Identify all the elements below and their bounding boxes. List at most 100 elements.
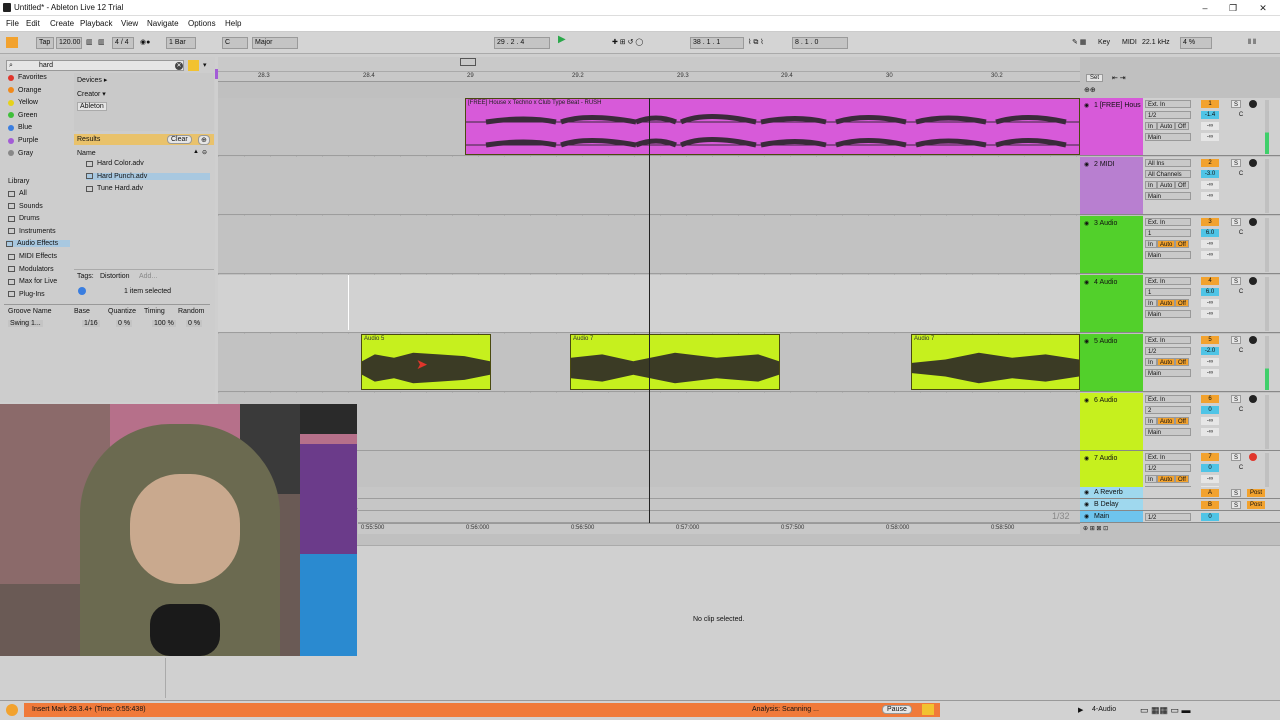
track-activator-button[interactable]: 1 bbox=[1201, 100, 1219, 108]
library-item-midi-effects[interactable]: MIDI Effects bbox=[8, 253, 57, 260]
library-item-drums[interactable]: Drums bbox=[8, 215, 40, 222]
monitor-off-button[interactable]: Off bbox=[1175, 358, 1189, 366]
groove-value[interactable]: Swing 1... bbox=[8, 320, 43, 327]
monitor-off-button[interactable]: Off bbox=[1175, 417, 1189, 425]
pan-field[interactable]: C bbox=[1235, 406, 1247, 414]
results-options-icon[interactable]: ⊕ bbox=[198, 135, 210, 145]
clip-audio-7a[interactable]: Audio 7 bbox=[570, 334, 780, 390]
loop-start-field[interactable]: 38 . 1 . 1 bbox=[690, 37, 744, 49]
monitor-auto-button[interactable]: Auto bbox=[1157, 475, 1175, 483]
monitor-auto-button[interactable]: Auto bbox=[1157, 299, 1175, 307]
input-channel-select[interactable]: 2 bbox=[1145, 406, 1191, 414]
return-lane[interactable] bbox=[358, 487, 1080, 499]
solo-button[interactable]: S bbox=[1231, 336, 1241, 344]
tag-distortion[interactable]: Distortion bbox=[100, 273, 130, 280]
monitor-in-button[interactable]: In bbox=[1145, 358, 1157, 366]
pan-field[interactable]: C bbox=[1235, 347, 1247, 355]
menu-file[interactable]: File bbox=[6, 19, 19, 28]
monitor-in-button[interactable]: In bbox=[1145, 299, 1157, 307]
quantize-select[interactable]: 1 Bar bbox=[166, 37, 196, 49]
menu-navigate[interactable]: Navigate bbox=[147, 19, 179, 28]
set-locator-button[interactable]: Set bbox=[1086, 74, 1104, 82]
ableton-filter[interactable]: Ableton bbox=[77, 102, 107, 111]
key-map-label[interactable]: Key bbox=[1098, 38, 1110, 48]
menu-edit[interactable]: Edit bbox=[26, 19, 40, 28]
send-knob[interactable]: -∞ bbox=[1201, 192, 1219, 200]
collection-blue[interactable]: Blue bbox=[8, 124, 32, 131]
track-activator-button[interactable]: 5 bbox=[1201, 336, 1219, 344]
monitor-off-button[interactable]: Off bbox=[1175, 299, 1189, 307]
solo-button[interactable]: S bbox=[1231, 218, 1241, 226]
pan-field[interactable]: C bbox=[1235, 111, 1247, 119]
return-header[interactable]: ◉ Main bbox=[1080, 511, 1143, 523]
library-item-plug-ins[interactable]: Plug-Ins bbox=[8, 291, 45, 298]
monitor-off-button[interactable]: Off bbox=[1175, 122, 1189, 130]
arm-button-icon[interactable] bbox=[1249, 218, 1257, 226]
post-button[interactable]: Post bbox=[1247, 489, 1265, 497]
volume-field[interactable]: 6.0 bbox=[1201, 288, 1219, 296]
collection-gray[interactable]: Gray bbox=[8, 150, 33, 157]
minimize-icon[interactable]: – bbox=[1198, 2, 1212, 14]
track-options-icon[interactable]: ⊕⊕ bbox=[1084, 86, 1096, 94]
fold-icon[interactable]: ◉ bbox=[1084, 513, 1089, 520]
monitor-off-button[interactable]: Off bbox=[1175, 181, 1189, 189]
fold-icon[interactable]: ◉ bbox=[1084, 501, 1089, 508]
clear-button[interactable]: Clear bbox=[167, 135, 192, 144]
output-select[interactable]: Main bbox=[1145, 369, 1191, 377]
nudge-icon[interactable]: ▥ bbox=[98, 38, 105, 48]
close-icon[interactable]: ✕ bbox=[1256, 2, 1270, 14]
search-input[interactable]: ⌕ hard ✕ bbox=[6, 60, 184, 71]
fold-icon[interactable]: ◉ bbox=[1084, 489, 1089, 496]
collection-orange[interactable]: Orange bbox=[8, 87, 41, 94]
return-lane[interactable] bbox=[358, 499, 1080, 511]
fold-icon[interactable]: ◉ bbox=[1084, 455, 1089, 462]
return-activator-button[interactable]: 0 bbox=[1201, 513, 1219, 521]
draw-mode-icon[interactable]: ✎ ▦ bbox=[1072, 38, 1086, 48]
track-header[interactable]: ◉ 4 Audio bbox=[1080, 275, 1143, 333]
groove-value[interactable]: 1/16 bbox=[82, 320, 100, 327]
return-lane[interactable] bbox=[358, 511, 1080, 523]
filter-menu-icon[interactable]: ▾ bbox=[203, 61, 207, 69]
arm-button-icon[interactable] bbox=[1249, 100, 1257, 108]
library-item-sounds[interactable]: Sounds bbox=[8, 203, 43, 210]
solo-button[interactable]: S bbox=[1231, 100, 1241, 108]
fold-icon[interactable]: ◉ bbox=[1084, 338, 1089, 345]
output-select[interactable]: Main bbox=[1145, 251, 1191, 259]
return-header[interactable]: ◉ A Reverb bbox=[1080, 487, 1143, 499]
send-knob[interactable]: -∞ bbox=[1201, 240, 1219, 248]
track-header[interactable]: ◉ 6 Audio bbox=[1080, 393, 1143, 451]
overdub-icon[interactable]: ✚ ⊞ ↺ ◯ bbox=[612, 38, 643, 48]
monitor-in-button[interactable]: In bbox=[1145, 181, 1157, 189]
signature-field[interactable]: 4 / 4 bbox=[112, 37, 134, 49]
pan-field[interactable]: C bbox=[1235, 464, 1247, 472]
monitor-auto-button[interactable]: Auto bbox=[1157, 181, 1175, 189]
arrangement-footer-icons[interactable]: ⊕ ⊞ ⊠ ⊡ bbox=[1083, 525, 1108, 532]
io-icon[interactable]: ⦀ ⦀ bbox=[1248, 38, 1256, 48]
arm-button-icon[interactable] bbox=[1249, 336, 1257, 344]
send-knob[interactable]: -∞ bbox=[1201, 417, 1219, 425]
send-knob[interactable]: -∞ bbox=[1201, 369, 1219, 377]
loop-length-field[interactable]: 8 . 1 . 0 bbox=[792, 37, 848, 49]
time-ruler[interactable]: 0:55:500 0:56:000 0:56:500 0:57:000 0:57:500… bbox=[358, 523, 1080, 534]
overview-strip[interactable] bbox=[218, 57, 1080, 72]
monitor-in-button[interactable]: In bbox=[1145, 240, 1157, 248]
result-item[interactable]: Hard Color.adv bbox=[86, 160, 210, 167]
collection-yellow[interactable]: Yellow bbox=[8, 99, 38, 106]
output-select[interactable]: Main bbox=[1145, 133, 1191, 141]
return-activator-button[interactable]: A bbox=[1201, 489, 1219, 497]
monitor-auto-button[interactable]: Auto bbox=[1157, 240, 1175, 248]
solo-button[interactable]: S bbox=[1231, 501, 1241, 509]
pan-field[interactable]: C bbox=[1235, 170, 1247, 178]
input-channel-select[interactable]: 1 bbox=[1145, 229, 1191, 237]
groove-value[interactable]: 0 % bbox=[186, 320, 203, 327]
solo-button[interactable]: S bbox=[1231, 395, 1241, 403]
tap-button[interactable]: Tap bbox=[36, 37, 54, 49]
restore-icon[interactable]: ❐ bbox=[1226, 2, 1240, 14]
solo-button[interactable]: S bbox=[1231, 453, 1241, 461]
name-column-header[interactable]: Name bbox=[77, 150, 96, 157]
fold-icon[interactable]: ◉ bbox=[1084, 397, 1089, 404]
monitor-off-button[interactable]: Off bbox=[1175, 240, 1189, 248]
solo-button[interactable]: S bbox=[1231, 277, 1241, 285]
creator-filter[interactable]: Creator ▾ bbox=[77, 90, 106, 98]
bar-ruler[interactable]: 28.3 28.4 29 29.2 29.3 29.4 30 30.2 bbox=[218, 72, 1080, 82]
